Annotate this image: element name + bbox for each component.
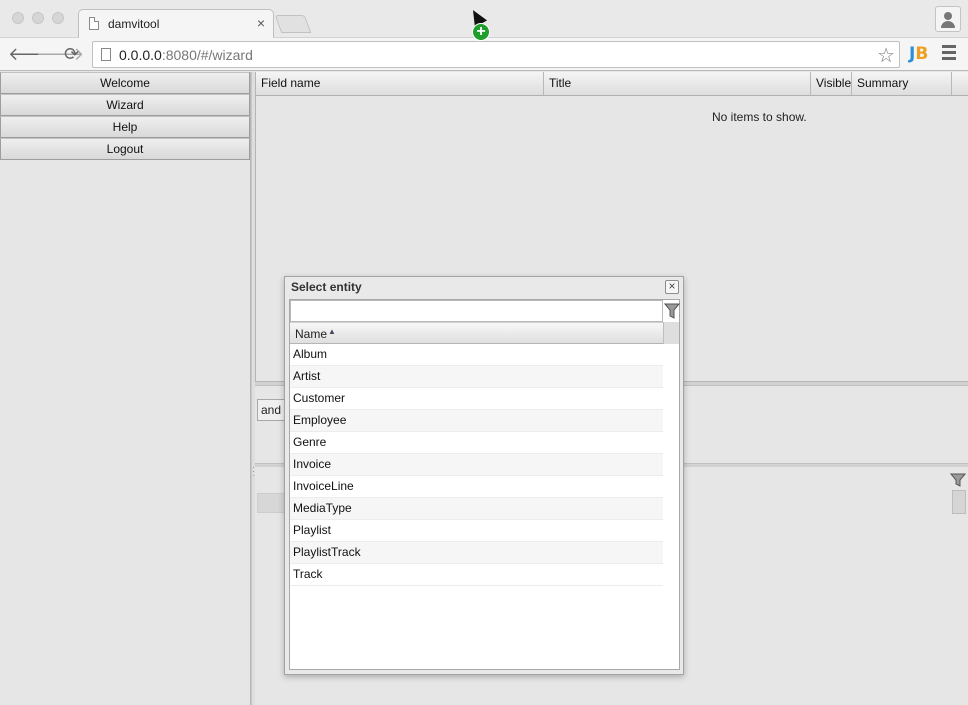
person-icon [944,12,952,20]
column-visible[interactable]: Visible [811,72,852,96]
list-item-employee[interactable]: Employee [290,410,663,432]
column-field-name[interactable]: Field name [256,72,544,96]
select-entity-dialog: Select entity × Name ▲ Album Artist Cust… [284,276,684,675]
dialog-body: Name ▲ Album Artist Customer Employee Ge… [289,299,680,670]
dialog-title: Select entity [291,280,362,294]
name-column-label: Name [295,327,328,341]
list-item-invoiceline[interactable]: InvoiceLine [290,476,663,498]
new-tab-button[interactable] [274,15,312,33]
url-text[interactable]: 0.0.0.0:8080/#/wizard [119,47,253,63]
filter-icon[interactable] [664,301,680,321]
list-item-playlist[interactable]: Playlist [290,520,663,542]
tab-close-icon[interactable]: × [257,15,265,31]
list-item-genre[interactable]: Genre [290,432,663,454]
list-item-customer[interactable]: Customer [290,388,663,410]
list-item-mediatype[interactable]: MediaType [290,498,663,520]
reload-icon[interactable]: ⟳ [64,43,79,65]
profile-button[interactable] [935,6,961,32]
sidebar-item-welcome[interactable]: Welcome [0,72,250,94]
operator-select[interactable]: and [257,399,287,421]
browser-menu-icon[interactable] [942,45,956,60]
sidebar: Welcome Wizard Help Logout [0,72,251,705]
results-scrollbar[interactable] [952,490,966,514]
sort-ascending-icon: ▲ [328,327,336,336]
entity-list: Album Artist Customer Employee Genre Inv… [290,344,663,586]
address-bar[interactable]: 0.0.0.0:8080/#/wizard ☆ [92,41,900,68]
filter-icon[interactable] [950,472,966,488]
jetbrains-extension-icon[interactable]: JB [909,44,928,64]
column-summary[interactable]: Summary [852,72,952,96]
list-item-artist[interactable]: Artist [290,366,663,388]
window-minimize-dot[interactable] [32,12,44,24]
sidebar-item-help[interactable]: Help [0,116,250,138]
empty-grid-message: No items to show. [712,110,807,124]
page-icon [89,17,99,30]
window-close-dot[interactable] [12,12,24,24]
sidebar-item-wizard[interactable]: Wizard [0,94,250,116]
results-row-stub [257,493,285,513]
list-item-track[interactable]: Track [290,564,663,586]
browser-toolbar: 🡐 🡒 ⟳ 0.0.0.0:8080/#/wizard ☆ [0,38,968,71]
browser-tab[interactable]: damvitool × [78,9,274,38]
add-badge-icon: + [472,23,490,41]
window-zoom-dot[interactable] [52,12,64,24]
grid-header: Field name Title Visible Summary [256,72,968,96]
entity-filter-input[interactable] [290,300,663,322]
column-title[interactable]: Title [544,72,811,96]
tab-title: damvitool [108,17,160,31]
url-path: :8080/#/wizard [161,47,253,63]
url-host: 0.0.0.0 [119,47,162,63]
person-icon-body [941,21,955,28]
bookmark-star-icon[interactable]: ☆ [877,43,895,68]
name-column-header[interactable]: Name ▲ [290,322,663,344]
list-item-album[interactable]: Album [290,344,663,366]
page-icon [101,48,111,61]
list-scrollbar[interactable] [663,322,679,344]
list-item-playlisttrack[interactable]: PlaylistTrack [290,542,663,564]
dialog-close-icon[interactable]: × [665,280,679,294]
list-item-invoice[interactable]: Invoice [290,454,663,476]
sidebar-item-logout[interactable]: Logout [0,138,250,160]
